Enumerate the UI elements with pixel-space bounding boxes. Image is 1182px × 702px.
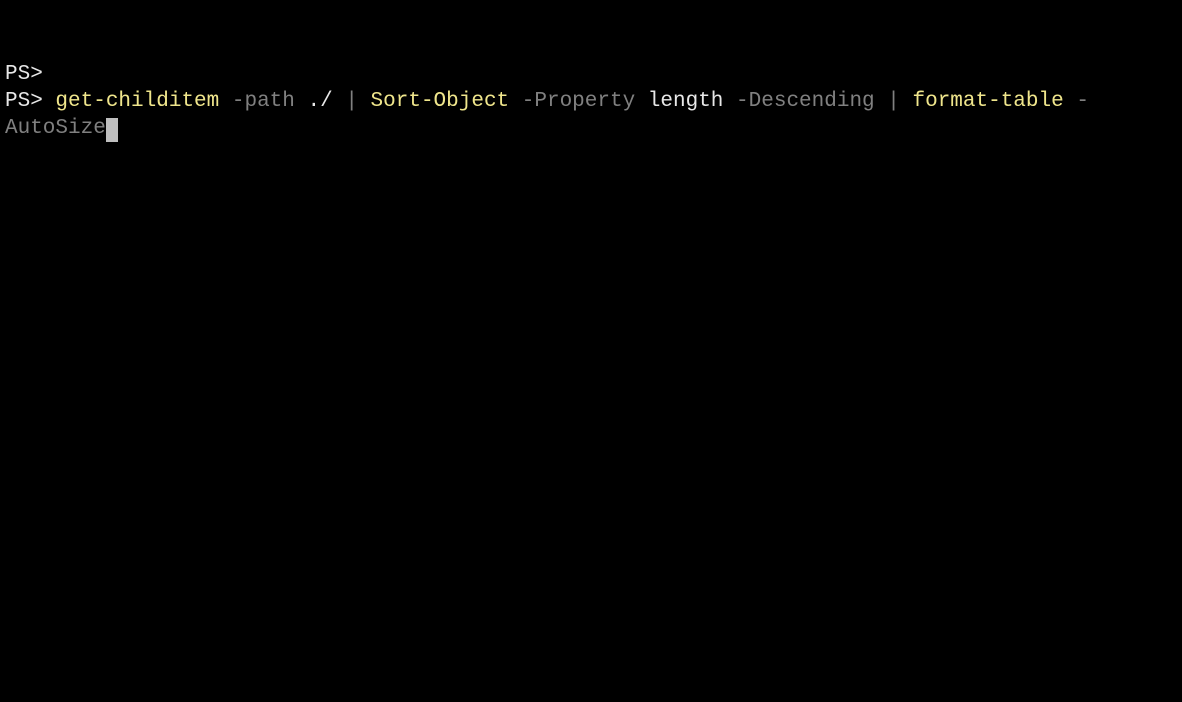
arg-path-value: ./ (307, 90, 332, 113)
cursor-block (106, 118, 118, 142)
param-descending: -Descending (736, 90, 875, 113)
terminal-line-empty: PS> (5, 61, 1177, 88)
terminal-window[interactable]: PS>PS> get-childitem -path ./ | Sort-Obj… (5, 6, 1177, 170)
cmdlet-sort-object: Sort-Object (371, 90, 510, 113)
param-path: -path (232, 90, 295, 113)
ps-prompt: PS> (5, 90, 43, 113)
terminal-command-line[interactable]: PS> get-childitem -path ./ | Sort-Object… (5, 88, 1177, 143)
cmdlet-get-childitem: get-childitem (55, 90, 219, 113)
cmdlet-format-table: format-table (912, 90, 1063, 113)
ps-prompt: PS> (5, 63, 43, 86)
pipe-operator: | (887, 90, 900, 113)
arg-property-value: length (648, 90, 724, 113)
param-property: -Property (522, 90, 635, 113)
pipe-operator: | (345, 90, 358, 113)
